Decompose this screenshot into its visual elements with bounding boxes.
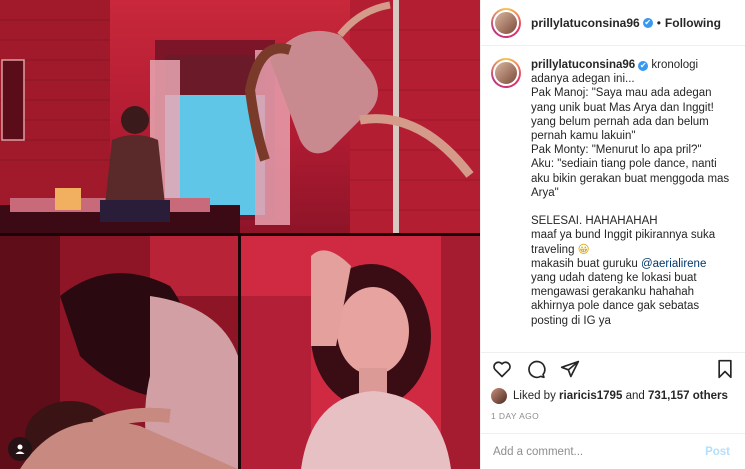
- likes-others-link[interactable]: 731,157 others: [648, 390, 728, 402]
- post-image[interactable]: [0, 0, 480, 469]
- caption-line-8: makasih buat guruku @aerialirene: [531, 257, 736, 271]
- caption-line-7: maaf ya bund Inggit pikirannya suka trav…: [531, 228, 736, 256]
- verified-badge-icon: ✔: [642, 17, 653, 28]
- author-username[interactable]: prillylatuconsina96: [531, 16, 640, 30]
- caption-line-6: SELESAI. HAHAHAHAH: [531, 215, 658, 228]
- post-timestamp[interactable]: 1 DAY AGO: [481, 407, 745, 427]
- header-separator: •: [656, 15, 661, 30]
- caption-line-7-text: maaf ya bund Inggit pikirannya suka trav…: [531, 229, 716, 256]
- caption-line-8-text: makasih buat guruku: [531, 257, 638, 270]
- caption-username[interactable]: prillylatuconsina96: [531, 59, 635, 71]
- photo-panel-pole-dance: [0, 0, 480, 233]
- caption-line-2: Pak Manoj: "Saya mau ada adegan yang uni…: [531, 87, 714, 143]
- comment-bar: Post: [481, 433, 745, 469]
- author-avatar[interactable]: [491, 7, 521, 38]
- action-bar: [481, 353, 745, 385]
- caption-text: prillylatuconsina96 ✔ kronologi adanya ad…: [531, 58, 736, 328]
- comment-icon[interactable]: [525, 358, 547, 380]
- caption-line-blank: [531, 200, 736, 214]
- comment-input[interactable]: [491, 444, 700, 459]
- caption-verified-badge-icon: ✔: [638, 61, 649, 71]
- portrait-scene: [241, 236, 480, 469]
- mention-link[interactable]: @aerialirene: [641, 258, 706, 270]
- caption-avatar[interactable]: [491, 58, 521, 88]
- post-header: prillylatuconsina96 ✔ • Following: [481, 0, 745, 46]
- caption-area: prillylatuconsina96 ✔ kronologi adanya ad…: [481, 46, 745, 353]
- pole-dance-scene: [0, 0, 480, 233]
- liker-avatar[interactable]: [491, 388, 507, 404]
- likes-joiner: and: [625, 390, 645, 402]
- grinning-face-emoji: 😀: [577, 243, 590, 256]
- photo-panel-couple: [0, 236, 238, 469]
- caption-line-9: yang udah dateng ke lokasi buat mengawas…: [531, 272, 700, 327]
- caption-line-4: Aku: "sediain tiang pole dance, nanti ak…: [531, 158, 730, 199]
- post-sidebar: prillylatuconsina96 ✔ • Following prilly…: [480, 0, 745, 469]
- likes-summary: Liked by riaricis1795 and 731,157 others: [481, 385, 745, 407]
- following-button[interactable]: Following: [665, 16, 721, 30]
- user-tag-icon[interactable]: [8, 437, 32, 461]
- caption-row: prillylatuconsina96 ✔ kronologi adanya ad…: [491, 58, 736, 328]
- heart-icon[interactable]: [491, 358, 513, 380]
- couple-scene: [0, 236, 238, 469]
- share-icon[interactable]: [559, 358, 581, 380]
- bookmark-icon[interactable]: [714, 358, 736, 380]
- likes-prefix: Liked by: [513, 390, 556, 402]
- caption-line-3: Pak Monty: "Menurut lo apa pril?": [531, 144, 702, 157]
- photo-panel-portrait: [241, 236, 480, 469]
- post-comment-button[interactable]: Post: [699, 445, 736, 459]
- liker-username[interactable]: riaricis1795: [559, 390, 622, 402]
